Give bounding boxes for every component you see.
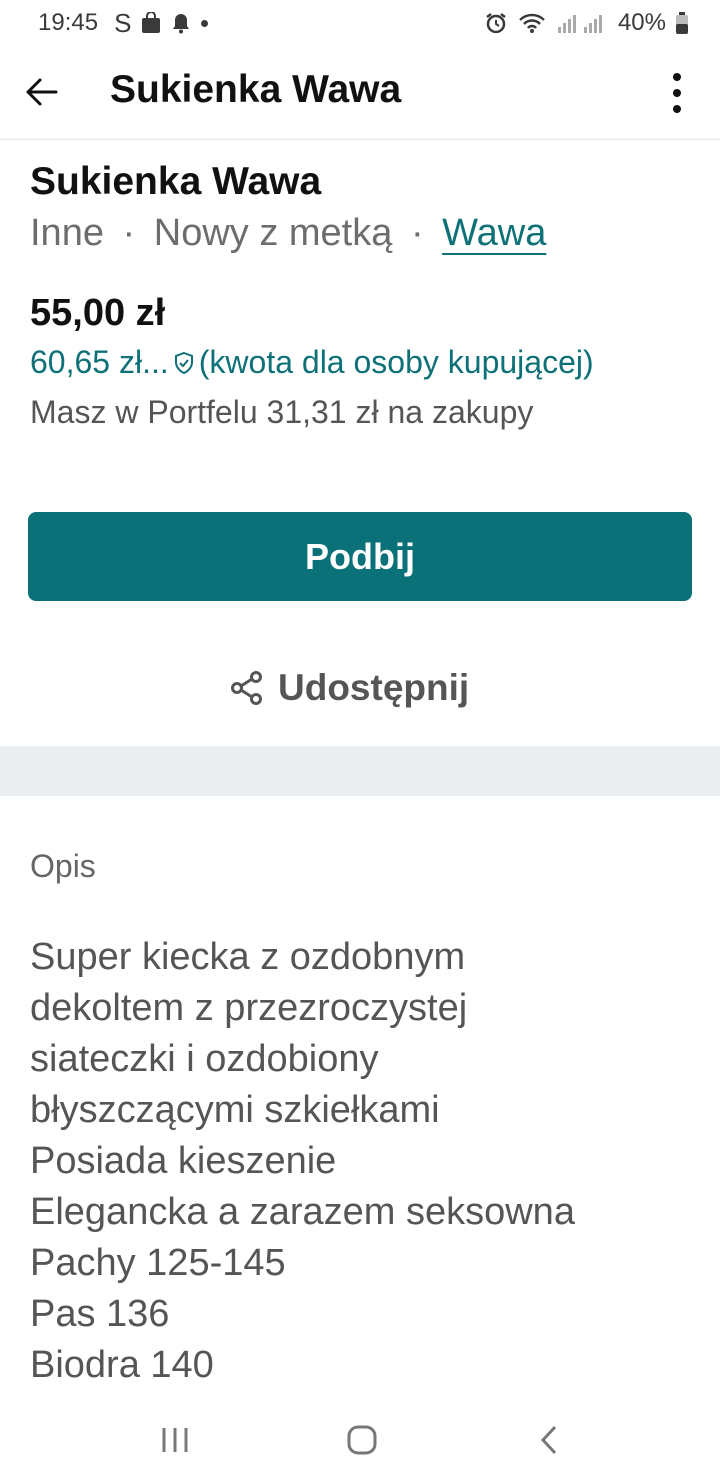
wallet-balance: Masz w Portfelu 31,31 zł na zakupy [30,394,534,430]
item-meta: Inne · Nowy z metką · Wawa [30,212,546,255]
wifi-icon [518,12,546,34]
home-icon [347,1425,377,1455]
status-app-letter: S [114,7,132,38]
status-time: 19:45 [38,9,99,36]
description-line: Posiada kieszenie [30,1140,337,1182]
back-arrow-icon [26,78,58,106]
notification-bell-icon [171,12,191,34]
description-line: Elegancka a zarazem seksowna [30,1191,575,1233]
description-line: siateczki i ozdobiony [30,1038,379,1080]
more-options-button[interactable] [662,70,692,116]
status-left: 19:45 S [38,7,209,39]
meta-separator: · [122,212,136,254]
shopping-bag-icon [141,12,161,34]
buyer-price-info[interactable]: 60,65 zł... (kwota dla osoby kupującej) [30,344,594,381]
recent-apps-button[interactable] [160,1426,190,1454]
item-category: Inne [30,212,104,254]
share-button[interactable]: Udostępnij [228,660,469,716]
meta-separator: · [410,212,424,254]
description-label: Opis [30,848,96,884]
section-divider [0,746,720,796]
share-icon [231,671,262,705]
home-button[interactable] [346,1424,378,1456]
description-line: błyszczącymi szkiełkami [30,1089,440,1131]
item-location-link[interactable]: Wawa [442,212,546,254]
status-bar: 19:45 S 40% [0,0,720,46]
description-line: Pachy 125-145 [30,1242,286,1284]
description-line: Biodra 140 [30,1344,214,1386]
bump-button[interactable]: Podbij [28,512,692,601]
chevron-left-icon [540,1425,557,1455]
more-vert-icon [673,73,681,113]
system-nav-bar [0,1400,720,1480]
buyer-price: 60,65 zł... [30,344,169,380]
item-condition: Nowy z metką [153,212,393,254]
alarm-icon [484,11,508,35]
description-line: dekoltem z przezroczystej [30,987,468,1029]
item-price: 55,00 zł [30,292,166,334]
share-label: Udostępnij [278,667,470,708]
item-title: Sukienka Wawa [30,160,322,203]
recent-apps-icon [162,1428,188,1452]
system-back-button[interactable] [538,1424,560,1456]
battery-icon [676,12,688,34]
description-line: Super kiecka z ozdobnym [30,936,466,978]
back-button[interactable] [22,72,62,112]
app-bar: Sukienka Wawa [0,46,720,140]
signal-icon [556,13,608,33]
shield-icon [173,351,195,375]
status-dot-icon [201,19,209,27]
description-line: Pas 136 [30,1293,170,1335]
description-body: Super kiecka z ozdobnym dekoltem z przez… [30,932,700,1391]
buyer-price-note: (kwota dla osoby kupującej) [198,344,594,380]
status-right: 40% [484,9,688,37]
battery-percent: 40% [617,9,666,36]
page-title: Sukienka Wawa [110,68,402,111]
